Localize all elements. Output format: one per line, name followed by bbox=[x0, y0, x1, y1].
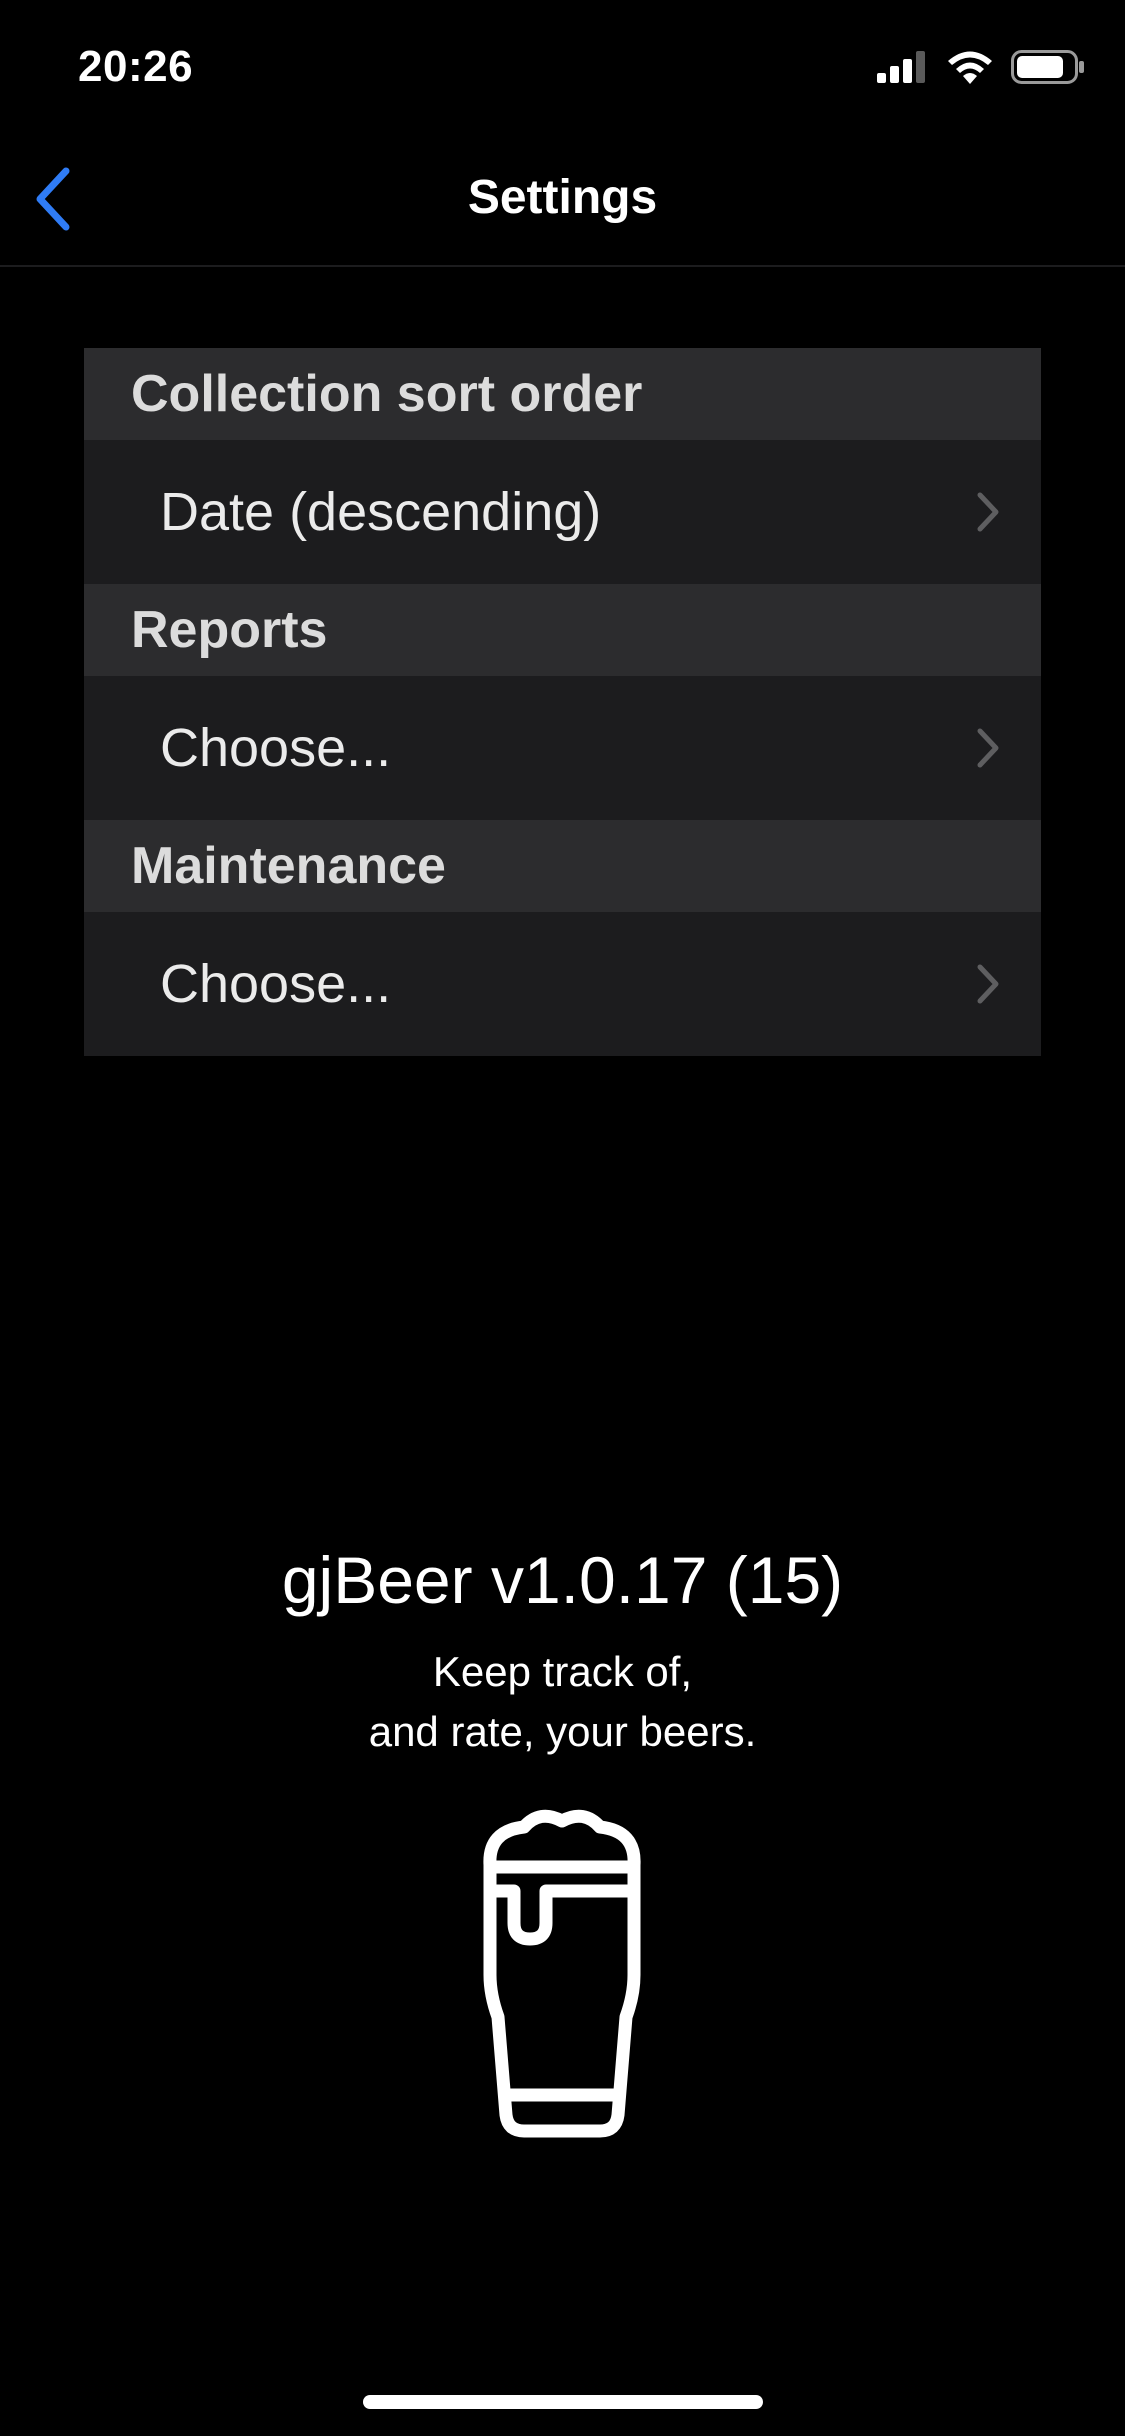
wifi-icon bbox=[947, 50, 993, 89]
battery-icon bbox=[1011, 50, 1085, 89]
maintenance-row[interactable]: Choose... bbox=[84, 912, 1041, 1056]
status-bar: 20:26 bbox=[0, 0, 1125, 135]
beer-glass-icon bbox=[462, 1805, 662, 2140]
about-section: gjBeer v1.0.17 (15) Keep track of, and r… bbox=[0, 1540, 1125, 1762]
home-indicator[interactable] bbox=[363, 2395, 763, 2409]
status-time: 20:26 bbox=[78, 42, 194, 91]
section-header-sort-order: Collection sort order bbox=[84, 348, 1041, 440]
settings-list: Collection sort order Date (descending) … bbox=[84, 348, 1041, 1056]
sort-order-value: Date (descending) bbox=[160, 482, 602, 542]
sort-order-row[interactable]: Date (descending) bbox=[84, 440, 1041, 584]
section-header-maintenance: Maintenance bbox=[84, 820, 1041, 912]
maintenance-value: Choose... bbox=[160, 954, 392, 1014]
tagline-line-2: and rate, your beers. bbox=[368, 1708, 757, 1755]
reports-row[interactable]: Choose... bbox=[84, 676, 1041, 820]
navigation-bar: Settings bbox=[0, 135, 1125, 267]
page-title: Settings bbox=[467, 171, 658, 224]
chevron-right-icon bbox=[975, 727, 1001, 769]
tagline: Keep track of, and rate, your beers. bbox=[0, 1642, 1125, 1762]
status-icons bbox=[877, 50, 1085, 89]
chevron-right-icon bbox=[975, 491, 1001, 533]
tagline-line-1: Keep track of, bbox=[432, 1648, 693, 1695]
chevron-right-icon bbox=[975, 963, 1001, 1005]
reports-value: Choose... bbox=[160, 718, 392, 778]
section-header-reports: Reports bbox=[84, 584, 1041, 676]
app-version: gjBeer v1.0.17 (15) bbox=[281, 1543, 844, 1617]
settings-screen: 20:26 Settings Collection sort order Dat… bbox=[0, 0, 1125, 2436]
cellular-signal-icon bbox=[877, 51, 929, 88]
